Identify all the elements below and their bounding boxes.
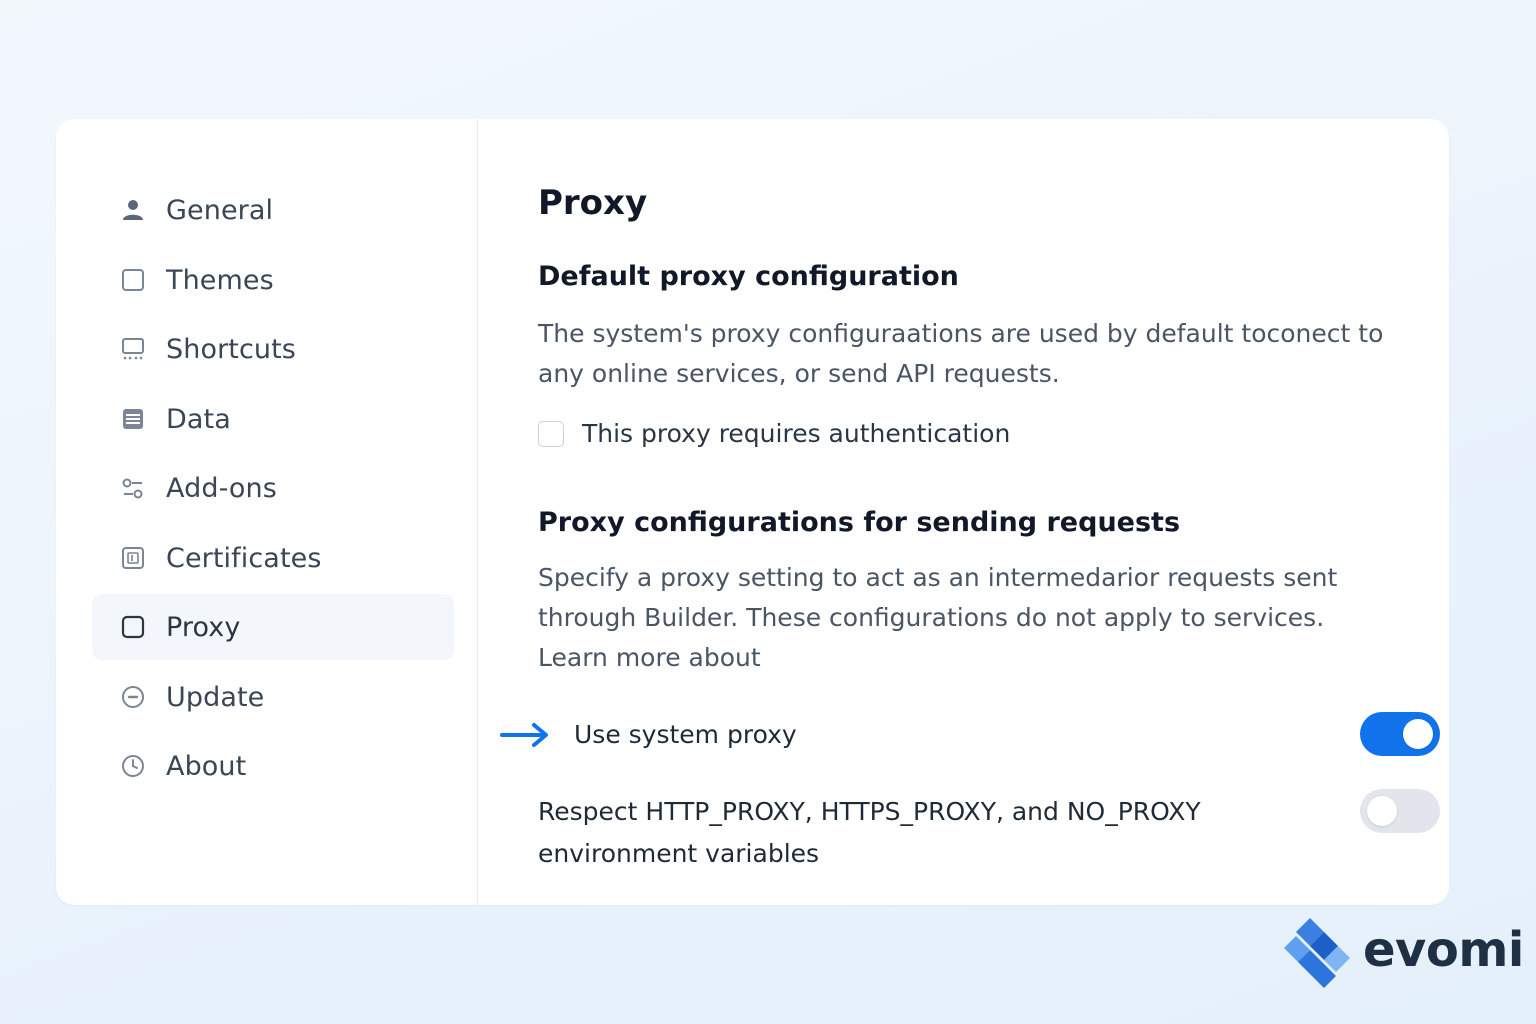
square-icon — [120, 614, 146, 640]
square-icon — [120, 267, 146, 293]
clock-icon — [120, 753, 146, 779]
requests-proxy-description: Specify a proxy setting to act as an int… — [538, 558, 1388, 678]
default-proxy-description: The system's proxy configuraations are u… — [538, 314, 1388, 394]
sidebar-item-label: Update — [166, 681, 265, 713]
system-proxy-label: Use system proxy — [574, 720, 797, 749]
learn-more-link[interactable]: Learn more about — [538, 638, 1388, 678]
auth-checkbox-row[interactable]: This proxy requires authentication — [538, 419, 1010, 448]
description-line: through Builder. These configurations do… — [538, 603, 1325, 632]
sidebar-item-label: General — [166, 194, 274, 226]
person-icon — [120, 197, 146, 223]
env-vars-toggle[interactable] — [1360, 789, 1440, 833]
system-proxy-toggle[interactable] — [1360, 712, 1440, 756]
description-line: any online services, or send API request… — [538, 359, 1060, 388]
sidebar-item-addons[interactable]: Add-ons — [92, 455, 454, 521]
sidebar-item-label: Shortcuts — [166, 333, 296, 365]
settings-window: General Themes Shortcuts Data Add-ons Ce… — [56, 119, 1449, 905]
sidebar-item-label: Certificates — [166, 542, 322, 574]
sidebar-item-proxy[interactable]: Proxy — [92, 594, 454, 660]
env-vars-label-line: environment variables — [538, 839, 820, 868]
description-line: The system's proxy configuraations are u… — [538, 319, 1384, 348]
page-title: Proxy — [538, 183, 648, 223]
certificate-icon — [120, 545, 146, 571]
sidebar-item-about[interactable]: About — [92, 733, 454, 799]
brand-name: evomi — [1363, 922, 1524, 978]
toggle-knob — [1403, 719, 1433, 749]
proxy-settings-panel: Proxy Default proxy configuration The sy… — [500, 119, 1449, 905]
description-line: Specify a proxy setting to act as an int… — [538, 563, 1338, 592]
sidebar-item-label: Themes — [166, 264, 274, 296]
evomi-logo: evomi — [1280, 912, 1524, 992]
arrow-right-icon — [500, 723, 548, 747]
keyboard-icon — [120, 336, 146, 362]
addons-icon — [120, 475, 146, 501]
auth-checkbox[interactable] — [538, 420, 564, 447]
sidebar-item-update[interactable]: Update — [92, 664, 454, 730]
database-icon — [120, 406, 146, 432]
sidebar-item-themes[interactable]: Themes — [92, 247, 454, 313]
default-proxy-heading: Default proxy configuration — [538, 261, 959, 292]
update-icon — [120, 684, 146, 710]
sidebar-item-certificates[interactable]: Certificates — [92, 525, 454, 591]
evomi-logo-mark-icon — [1284, 918, 1350, 988]
sidebar-item-label: Proxy — [166, 611, 241, 643]
sidebar-item-shortcuts[interactable]: Shortcuts — [92, 316, 454, 382]
sidebar-item-label: About — [166, 750, 247, 782]
toggle-knob — [1367, 796, 1397, 826]
sidebar-item-label: Data — [166, 403, 231, 435]
env-vars-label-line: Respect HTTP_PROXY, HTTPS_PROXY, and NO_… — [538, 797, 1201, 826]
sidebar-item-general[interactable]: General — [92, 177, 454, 243]
env-vars-label: Respect HTTP_PROXY, HTTPS_PROXY, and NO_… — [538, 791, 1201, 875]
settings-sidebar: General Themes Shortcuts Data Add-ons Ce… — [56, 119, 478, 905]
sidebar-item-data[interactable]: Data — [92, 386, 454, 452]
sidebar-item-label: Add-ons — [166, 472, 277, 504]
requests-proxy-heading: Proxy configurations for sending request… — [538, 507, 1181, 538]
auth-checkbox-label: This proxy requires authentication — [582, 419, 1011, 448]
